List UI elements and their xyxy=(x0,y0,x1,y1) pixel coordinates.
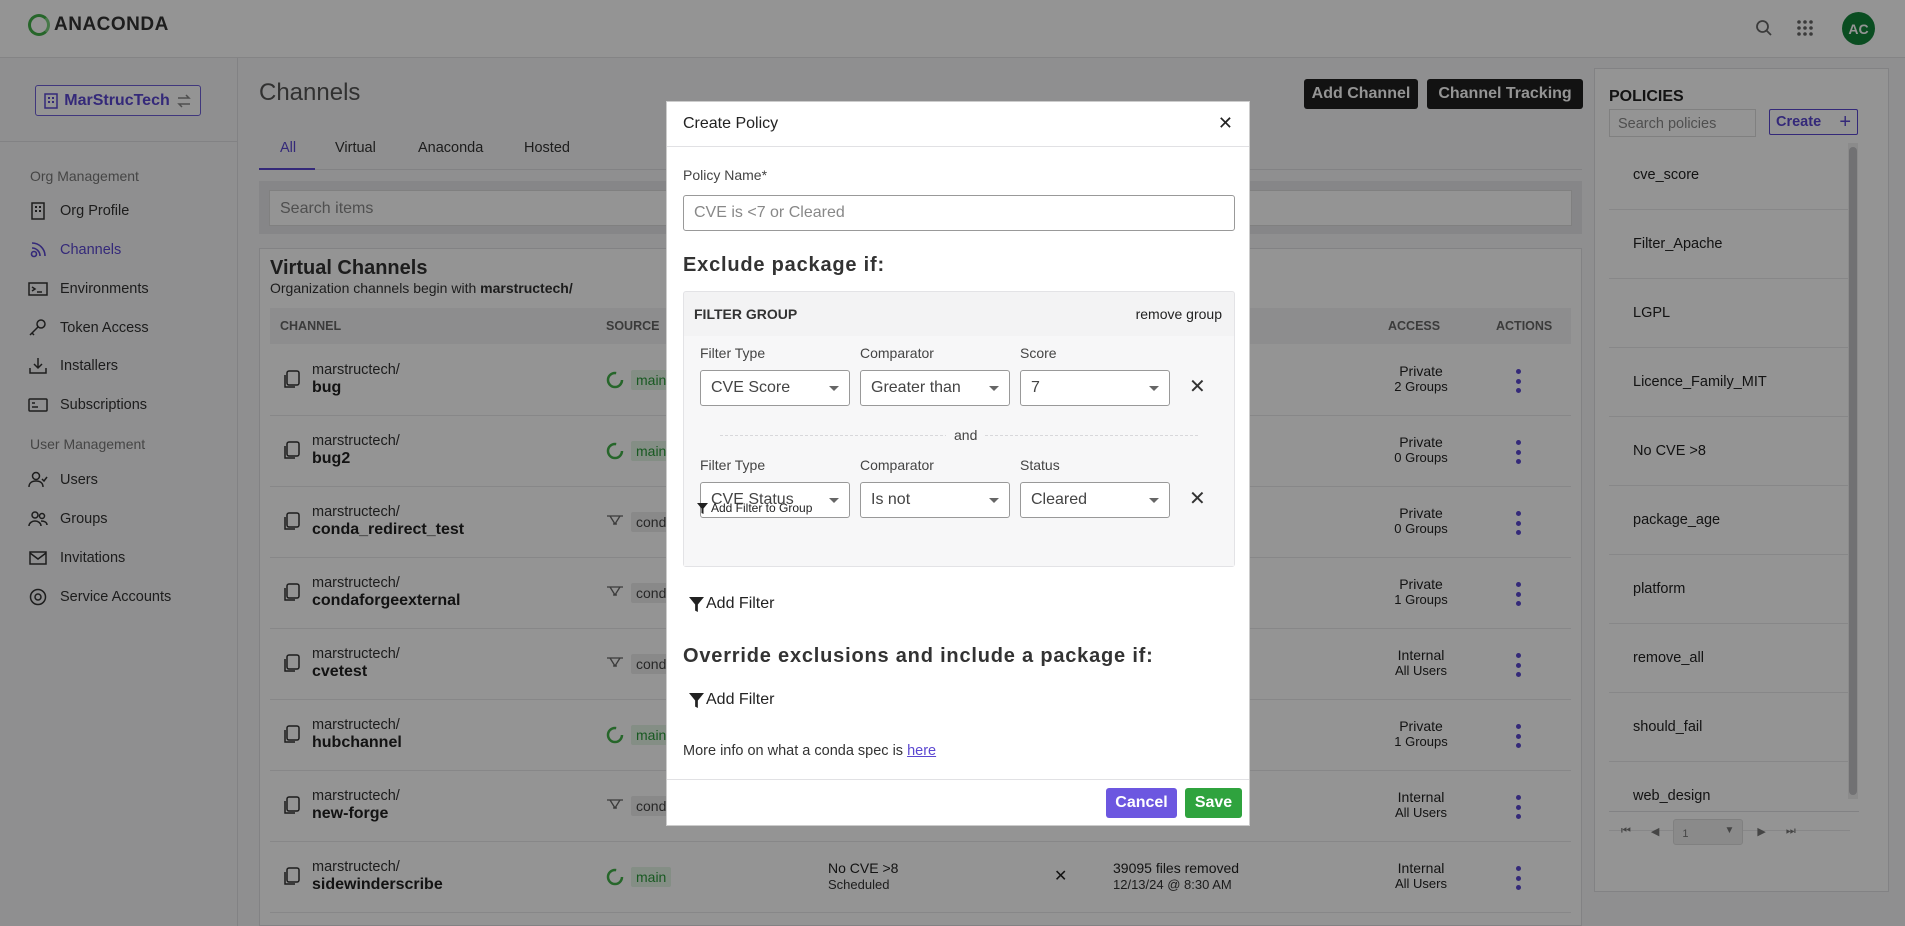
caret-down-icon xyxy=(829,498,839,503)
comparator-select[interactable]: Greater than xyxy=(860,370,1010,406)
close-icon[interactable]: ✕ xyxy=(1218,113,1233,134)
save-button[interactable]: Save xyxy=(1185,788,1242,818)
cancel-button[interactable]: Cancel xyxy=(1106,788,1177,818)
filter-type-label: Filter Type xyxy=(700,345,766,361)
exclude-heading: Exclude package if: xyxy=(683,254,885,276)
filter-icon xyxy=(697,502,708,514)
conda-spec-link[interactable]: here xyxy=(907,743,936,759)
filter-group-title: FILTER GROUP xyxy=(694,306,798,322)
filter-group: FILTER GROUP remove group Filter Type Co… xyxy=(683,291,1235,567)
filter-icon xyxy=(689,596,704,612)
filter-icon xyxy=(689,692,704,708)
modal-header: Create Policy ✕ xyxy=(667,102,1249,147)
status-select[interactable]: Cleared xyxy=(1020,482,1170,518)
caret-down-icon xyxy=(829,386,839,391)
and-label: and xyxy=(946,427,986,443)
add-filter-to-group-button[interactable]: Add Filter to Group xyxy=(697,501,812,515)
filter-group-header: FILTER GROUP remove group xyxy=(684,292,1234,336)
add-filter-label: Add Filter xyxy=(706,595,775,612)
add-filter-button[interactable]: Add Filter xyxy=(689,595,774,613)
filter-type-select[interactable]: CVE Score xyxy=(700,370,850,406)
add-override-filter-button[interactable]: Add Filter xyxy=(689,691,774,709)
caret-down-icon xyxy=(1149,386,1159,391)
status-label: Status xyxy=(1020,457,1060,473)
modal-footer: Cancel Save xyxy=(667,779,1249,825)
policy-name-input[interactable]: CVE is <7 or Cleared xyxy=(683,195,1235,231)
comparator-select[interactable]: Is not xyxy=(860,482,1010,518)
comparator-label: Comparator xyxy=(860,457,934,473)
filter-type-label: Filter Type xyxy=(700,457,766,473)
remove-group-link[interactable]: remove group xyxy=(1136,306,1222,322)
remove-filter-icon[interactable]: ✕ xyxy=(1189,486,1206,511)
override-heading: Override exclusions and include a packag… xyxy=(683,645,1154,667)
remove-filter-icon[interactable]: ✕ xyxy=(1189,374,1206,399)
more-info-text: More info on what a conda spec is here xyxy=(683,743,937,759)
caret-down-icon xyxy=(989,498,999,503)
add-filter-label: Add Filter xyxy=(706,691,775,708)
score-select[interactable]: 7 xyxy=(1020,370,1170,406)
comparator-label: Comparator xyxy=(860,345,934,361)
add-filter-to-group-label: Add Filter to Group xyxy=(711,501,813,515)
modal-title: Create Policy xyxy=(683,115,779,132)
create-policy-modal: Create Policy ✕ Policy Name* CVE is <7 o… xyxy=(666,101,1250,826)
caret-down-icon xyxy=(1149,498,1159,503)
score-label: Score xyxy=(1020,345,1057,361)
filter-group-body: Filter Type Comparator Score CVE Score G… xyxy=(684,336,1234,566)
policy-name-label: Policy Name* xyxy=(683,167,768,183)
caret-down-icon xyxy=(989,386,999,391)
